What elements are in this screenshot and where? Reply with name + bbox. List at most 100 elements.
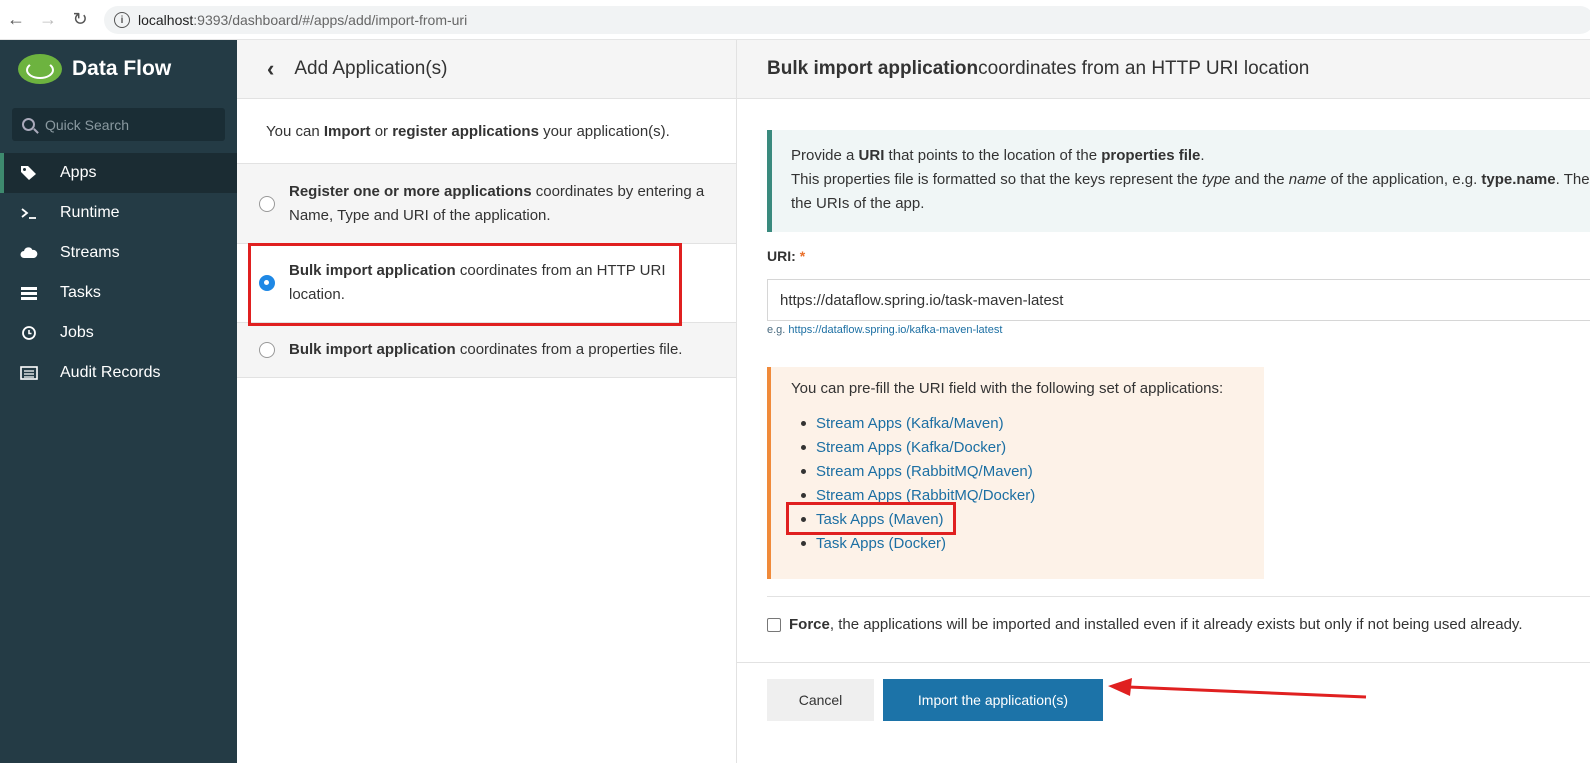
required-marker: * (799, 248, 806, 264)
radio-bulk-uri[interactable] (259, 275, 275, 291)
option-bulk-properties[interactable]: Bulk import application coordinates from… (237, 323, 736, 378)
url-path: :9393/dashboard/#/apps/add/import-from-u… (193, 12, 468, 28)
force-option[interactable]: Force, the applications will be imported… (767, 616, 1522, 633)
spring-logo-icon (18, 54, 62, 84)
sidebar-item-label: Tasks (60, 284, 101, 301)
url-host: localhost (138, 12, 194, 28)
prefill-link-stream-rabbitmq-docker[interactable]: Stream Apps (RabbitMQ/Docker) (801, 483, 1264, 507)
cancel-button[interactable]: Cancel (767, 679, 874, 721)
form-title: Bulk import application coordinates from… (737, 40, 1590, 99)
info-text: of the application, e.g. (1326, 171, 1482, 188)
reload-icon[interactable]: ↻ (64, 0, 96, 40)
intro-register: register applications (392, 122, 539, 140)
uri-hint: e.g. https://dataflow.spring.io/kafka-ma… (767, 324, 1002, 336)
sidebar-item-apps[interactable]: Apps (0, 153, 237, 193)
sidebar-item-tasks[interactable]: Tasks (0, 273, 237, 313)
info-text: that points to the location of the (884, 147, 1102, 164)
info-text-italic: type (1202, 171, 1231, 188)
tasks-icon (20, 285, 38, 301)
prefill-text: You can pre-fill the URI field with the … (791, 380, 1224, 397)
quick-search[interactable] (12, 108, 225, 141)
info-text-bold: type.name (1481, 171, 1556, 188)
option-label: Bulk import application coordinates from… (289, 259, 706, 307)
radio-bulk-properties[interactable] (259, 342, 275, 358)
info-text-italic: name (1288, 171, 1327, 188)
info-text: Provide a (791, 147, 859, 164)
back-arrow-icon[interactable]: ← (0, 0, 32, 40)
clock-icon (20, 325, 38, 341)
sidebar-item-runtime[interactable]: Runtime (0, 193, 237, 233)
option-bold: Register one or more applications (289, 182, 532, 200)
sidebar-item-label: Audit Records (60, 364, 161, 381)
intro-text: You can Import or register applications … (237, 99, 736, 164)
panel-header: ‹ Add Application(s) (237, 40, 736, 99)
sidebar-nav: Apps Runtime Streams Tasks Jobs Audit Re… (0, 153, 237, 393)
add-application-panel: ‹ Add Application(s) You can Import or r… (237, 40, 737, 763)
radio-register[interactable] (259, 195, 275, 212)
page-title: Add Application(s) (294, 58, 448, 79)
info-callout: Provide a URI that points to the locatio… (767, 130, 1590, 232)
prefill-links: Stream Apps (Kafka/Maven) Stream Apps (K… (791, 411, 1264, 555)
intro-post: your application(s). (543, 122, 670, 140)
info-line-1: Provide a URI that points to the locatio… (791, 144, 1590, 168)
info-text-bold: URI (858, 147, 885, 164)
sidebar-item-label: Apps (60, 164, 97, 181)
prefill-link-task-docker[interactable]: Task Apps (Docker) (801, 531, 1264, 555)
info-line-3: the URIs of the app. (791, 195, 925, 212)
option-label: Bulk import application coordinates from… (289, 338, 682, 362)
brand[interactable]: Data Flow (0, 40, 237, 98)
info-text: . (1200, 147, 1205, 164)
info-text-bold: properties file (1101, 147, 1201, 164)
prefill-link-task-maven[interactable]: Task Apps (Maven) (801, 507, 1264, 531)
forward-arrow-icon[interactable]: → (32, 0, 64, 40)
option-bold: Bulk import application (289, 341, 456, 358)
sidebar-item-label: Jobs (60, 324, 94, 341)
option-register[interactable]: Register one or more applications coordi… (237, 164, 736, 244)
hint-link: https://dataflow.spring.io/kafka-maven-l… (788, 324, 1003, 336)
tags-icon (20, 165, 38, 181)
intro-pre: You can (266, 122, 320, 140)
option-bulk-uri[interactable]: Bulk import application coordinates from… (237, 244, 736, 323)
address-bar[interactable]: i localhost:9393/dashboard/#/apps/add/im… (104, 6, 1590, 34)
sidebar-item-label: Streams (60, 244, 120, 261)
info-text: . The (1555, 171, 1590, 188)
search-icon (22, 118, 35, 131)
option-label: Register one or more applications coordi… (289, 180, 706, 228)
sidebar-item-label: Runtime (60, 204, 120, 221)
divider (767, 596, 1590, 597)
prefill-callout: You can pre-fill the URI field with the … (767, 367, 1264, 579)
info-text: and the (1230, 171, 1289, 188)
option-rest: coordinates from a properties file. (455, 341, 683, 358)
brand-title: Data Flow (72, 57, 172, 80)
terminal-icon (20, 205, 38, 221)
browser-toolbar: ← → ↻ i localhost:9393/dashboard/#/apps/… (0, 0, 1590, 40)
form-title-rest: coordinates from an HTTP URI location (978, 58, 1310, 79)
info-icon[interactable]: i (114, 12, 130, 28)
sidebar-item-streams[interactable]: Streams (0, 233, 237, 273)
sidebar-item-jobs[interactable]: Jobs (0, 313, 237, 353)
prefill-link-stream-rabbitmq-maven[interactable]: Stream Apps (RabbitMQ/Maven) (801, 459, 1264, 483)
sidebar: Data Flow Apps Runtime Streams (0, 40, 237, 763)
sidebar-item-audit-records[interactable]: Audit Records (0, 353, 237, 393)
force-bold: Force (789, 616, 830, 633)
uri-label-text: URI: (767, 248, 796, 264)
force-rest: , the applications will be imported and … (829, 616, 1523, 633)
import-button[interactable]: Import the application(s) (883, 679, 1103, 721)
prefill-link-stream-kafka-maven[interactable]: Stream Apps (Kafka/Maven) (801, 411, 1264, 435)
list-icon (20, 365, 38, 381)
force-checkbox[interactable] (767, 617, 781, 632)
form-title-bold: Bulk import application (767, 58, 979, 79)
divider (737, 662, 1590, 663)
cloud-icon (20, 245, 38, 261)
intro-import: Import (323, 122, 371, 140)
intro-mid: or (374, 122, 389, 140)
chevron-left-icon[interactable]: ‹ (267, 56, 274, 82)
search-input[interactable] (45, 116, 205, 133)
hint-prefix: e.g. (767, 324, 789, 336)
info-text: This properties file is formatted so tha… (791, 171, 1203, 188)
prefill-link-stream-kafka-docker[interactable]: Stream Apps (Kafka/Docker) (801, 435, 1264, 459)
uri-label: URI: * (767, 248, 805, 264)
uri-input[interactable] (767, 279, 1590, 321)
bulk-import-form: Bulk import application coordinates from… (737, 40, 1590, 763)
info-line-2: This properties file is formatted so tha… (791, 168, 1590, 192)
